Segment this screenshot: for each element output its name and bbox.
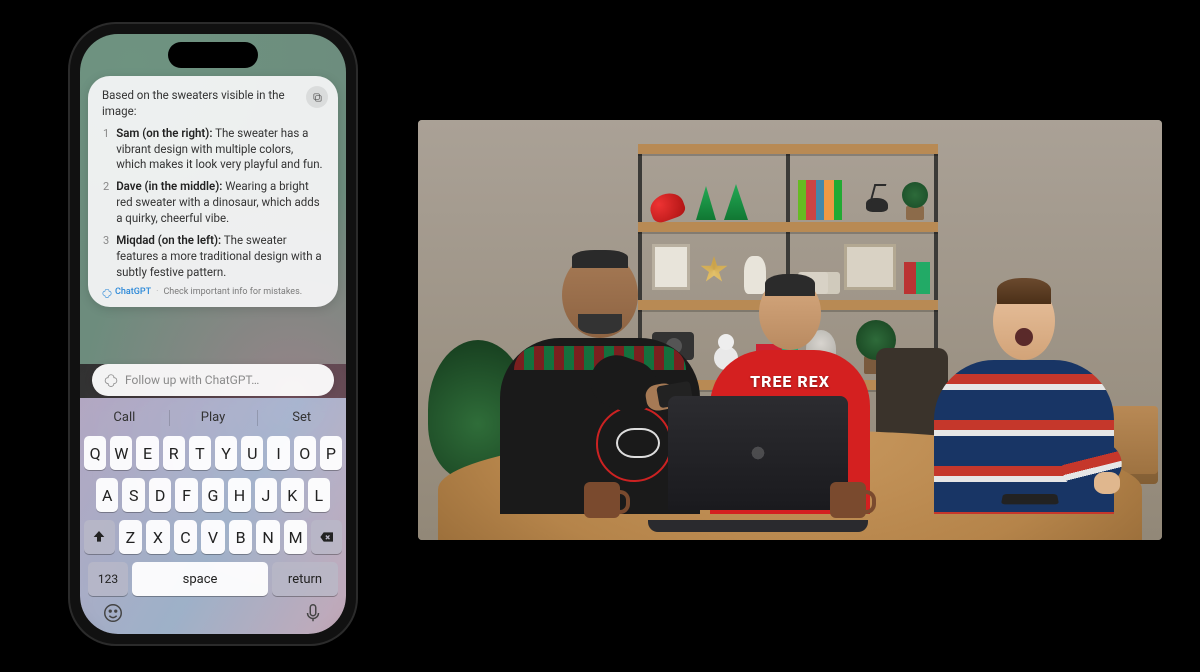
dynamic-island xyxy=(168,42,258,68)
mug xyxy=(584,482,620,518)
key-l[interactable]: L xyxy=(308,478,330,512)
response-item: 3 Miqdad (on the left): The sweater feat… xyxy=(102,233,324,281)
emoji-button[interactable] xyxy=(102,602,124,628)
keyboard-row: Q W E R T Y U I O P xyxy=(84,436,342,470)
response-credit: ChatGPT · Check important info for mista… xyxy=(102,286,324,298)
dictation-button[interactable] xyxy=(302,602,324,628)
key-g[interactable]: G xyxy=(202,478,224,512)
phone-on-table xyxy=(1001,494,1059,504)
keyboard-suggestion[interactable]: Set xyxy=(257,402,346,434)
chatgpt-response-card: Based on the sweaters visible in the ima… xyxy=(88,76,338,307)
response-item-number: 1 xyxy=(103,126,109,174)
key-p[interactable]: P xyxy=(320,436,342,470)
response-item: 1 Sam (on the right): The sweater has a … xyxy=(102,126,324,174)
key-e[interactable]: E xyxy=(136,436,158,470)
response-item-number: 3 xyxy=(103,233,109,281)
key-j[interactable]: J xyxy=(255,478,277,512)
key-y[interactable]: Y xyxy=(215,436,237,470)
shift-icon xyxy=(91,529,107,545)
response-item-label: Dave (in the middle): xyxy=(116,179,222,193)
key-x[interactable]: X xyxy=(146,520,170,554)
key-d[interactable]: D xyxy=(149,478,171,512)
response-intro: Based on the sweaters visible in the ima… xyxy=(102,88,324,120)
key-i[interactable]: I xyxy=(267,436,289,470)
reindeer-decor xyxy=(860,184,894,220)
keyboard-suggestion[interactable]: Call xyxy=(80,402,169,434)
keyboard-suggestions: Call Play Set xyxy=(80,402,346,434)
key-o[interactable]: O xyxy=(294,436,316,470)
backspace-icon xyxy=(319,529,335,545)
key-return[interactable]: return xyxy=(272,562,338,596)
response-item-number: 2 xyxy=(103,179,109,227)
chatgpt-logo-icon xyxy=(104,373,118,387)
sweater-text: TREE REX xyxy=(710,372,870,391)
key-numbers[interactable]: 123 xyxy=(88,562,128,596)
response-list: 1 Sam (on the right): The sweater has a … xyxy=(102,126,324,281)
key-n[interactable]: N xyxy=(256,520,280,554)
credit-brand: ChatGPT xyxy=(115,286,151,298)
key-s[interactable]: S xyxy=(122,478,144,512)
copy-icon xyxy=(312,92,323,103)
followup-placeholder: Follow up with ChatGPT… xyxy=(125,373,259,387)
key-backspace[interactable] xyxy=(311,520,342,554)
credit-note: Check important info for mistakes. xyxy=(163,286,302,298)
keyboard-row: A S D F G H J K L xyxy=(84,478,342,512)
mug xyxy=(830,482,866,518)
followup-input[interactable]: Follow up with ChatGPT… xyxy=(92,364,334,396)
person-right xyxy=(934,282,1114,514)
key-r[interactable]: R xyxy=(163,436,185,470)
mini-tree-decor xyxy=(724,184,748,220)
key-v[interactable]: V xyxy=(201,520,225,554)
key-c[interactable]: C xyxy=(174,520,198,554)
chatgpt-logo-icon xyxy=(102,288,112,298)
books-decor xyxy=(798,180,842,220)
key-shift[interactable] xyxy=(84,520,115,554)
key-a[interactable]: A xyxy=(96,478,118,512)
key-m[interactable]: M xyxy=(284,520,308,554)
key-q[interactable]: Q xyxy=(84,436,106,470)
response-item: 2 Dave (in the middle): Wearing a bright… xyxy=(102,179,324,227)
presentation-video: TREE REX xyxy=(418,120,1162,540)
key-b[interactable]: B xyxy=(229,520,253,554)
microphone-icon xyxy=(302,602,324,624)
phone-screen: Based on the sweaters visible in the ima… xyxy=(80,34,346,634)
plant-decor xyxy=(902,178,928,220)
keyboard-row: Z X C V B N M xyxy=(84,520,342,554)
keyboard-row: 123 space return xyxy=(84,562,342,596)
phone-device: Based on the sweaters visible in the ima… xyxy=(70,24,356,644)
key-t[interactable]: T xyxy=(189,436,211,470)
key-space[interactable]: space xyxy=(132,562,268,596)
ios-keyboard: Call Play Set Q W E R T Y U I O P xyxy=(80,398,346,634)
key-h[interactable]: H xyxy=(228,478,250,512)
mini-tree-decor xyxy=(696,186,716,220)
key-k[interactable]: K xyxy=(281,478,303,512)
emoji-icon xyxy=(102,602,124,624)
key-u[interactable]: U xyxy=(241,436,263,470)
elf-decor xyxy=(904,262,930,294)
response-item-label: Miqdad (on the left): xyxy=(116,233,221,247)
santa-hat-decor xyxy=(647,189,688,225)
keyboard-suggestion[interactable]: Play xyxy=(169,402,258,434)
key-z[interactable]: Z xyxy=(119,520,143,554)
key-w[interactable]: W xyxy=(110,436,132,470)
response-item-label: Sam (on the right): xyxy=(116,126,212,140)
copy-response-button[interactable] xyxy=(306,86,328,108)
key-f[interactable]: F xyxy=(175,478,197,512)
